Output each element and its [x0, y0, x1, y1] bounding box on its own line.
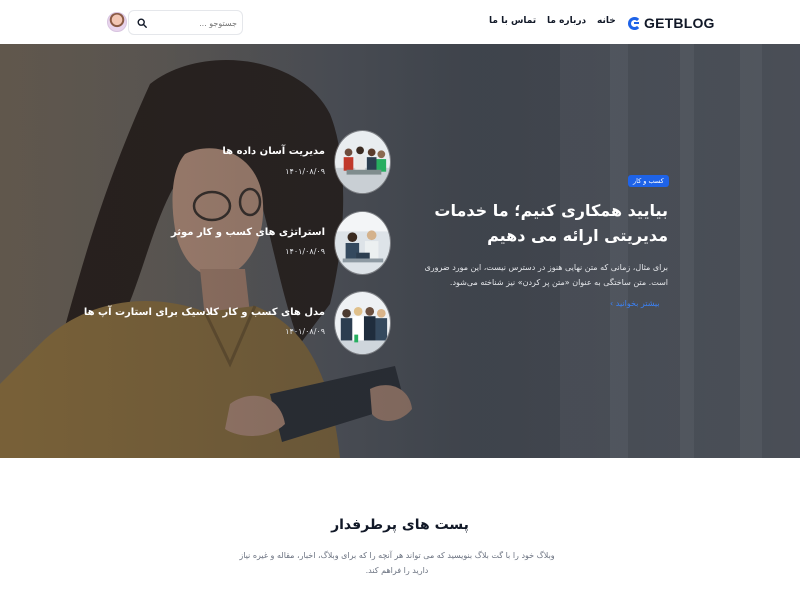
side-post-date: ۱۴۰۱/۰۸/۰۹ [285, 327, 325, 336]
arrow-left-icon: › [610, 299, 614, 308]
search-box [128, 10, 243, 35]
site-header: GETBLOG خانه درباره ما تماس با ما [0, 0, 800, 44]
side-post-thumbnail[interactable] [334, 291, 391, 355]
site-logo[interactable]: GETBLOG [628, 14, 715, 32]
side-post-thumbnail[interactable] [334, 130, 391, 194]
logo-icon [628, 16, 641, 30]
side-post-date: ۱۴۰۱/۰۸/۰۹ [285, 247, 325, 256]
side-post-thumbnail[interactable] [334, 211, 391, 275]
hero-overlay [0, 44, 800, 458]
featured-post-title[interactable]: بیایید همکاری کنیم؛ ما خدمات مدیریتی ارا… [410, 198, 668, 248]
side-post-title[interactable]: مدل های کسب و کار کلاسیک برای استارت آپ … [84, 307, 325, 318]
featured-post-excerpt: برای مثال، زمانی که متن نهایی هنوز در دس… [424, 263, 669, 287]
search-icon[interactable] [137, 18, 147, 28]
popular-posts-description: وبلاگ خود را با گت بلاگ بنویسید که می تو… [239, 551, 555, 575]
nav-contact[interactable]: تماس با ما [489, 16, 536, 26]
user-avatar[interactable] [107, 12, 127, 32]
hero-section [0, 44, 800, 458]
popular-posts-title: پست های پرطرفدار [331, 517, 469, 533]
category-badge[interactable]: کسب و کار [628, 175, 669, 187]
side-post-date: ۱۴۰۱/۰۸/۰۹ [285, 167, 325, 176]
logo-text: GETBLOG [644, 15, 715, 31]
nav-about[interactable]: درباره ما [547, 16, 586, 26]
search-input[interactable] [151, 15, 237, 31]
read-more-label: بیشتر بخوانید [615, 299, 660, 308]
read-more-link[interactable]: بیشتر بخوانید › [610, 299, 659, 308]
side-post-title[interactable]: مدیریت آسان داده ها [222, 146, 325, 157]
side-post-title[interactable]: استراتژی های کسب و کار موثر [171, 227, 325, 238]
nav-home[interactable]: خانه [597, 16, 616, 26]
